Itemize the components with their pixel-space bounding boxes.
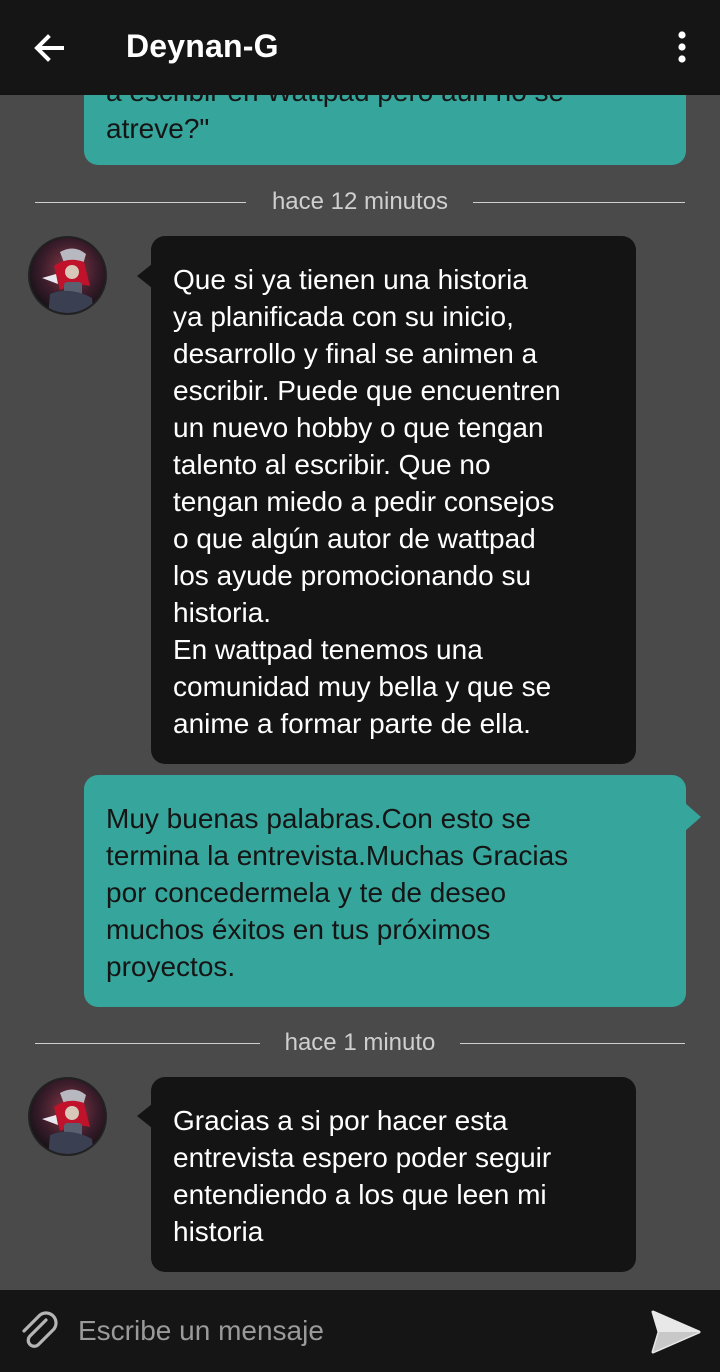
paperclip-icon [22, 1311, 58, 1348]
avatar-image [30, 1079, 105, 1154]
avatar[interactable] [28, 236, 107, 315]
arrow-left-icon [34, 34, 64, 62]
message-input[interactable] [78, 1308, 618, 1354]
app-bar: Deynan-G [0, 0, 720, 95]
avatar-image [30, 238, 105, 313]
message-outgoing[interactable]: Muy buenas palabras.Con esto se termina … [84, 775, 686, 1007]
more-vertical-icon [678, 31, 686, 63]
more-options-button[interactable] [670, 28, 694, 68]
bubble-tail [137, 264, 152, 288]
timestamp-divider: hace 12 minutos [35, 187, 685, 217]
bubble-tail [685, 803, 701, 831]
message-incoming[interactable]: Gracias a si por hacer esta entrevista e… [151, 1077, 636, 1272]
message-composer [0, 1290, 720, 1372]
message-incoming[interactable]: Que si ya tienen una historia ya planifi… [151, 236, 636, 764]
message-text: Que si ya tienen una historia ya planifi… [173, 264, 561, 739]
divider-line [473, 202, 685, 203]
send-icon [651, 1310, 701, 1354]
conversation[interactable]: a escribir en Wattpad pero aún no se atr… [0, 0, 720, 1290]
bubble-tail [137, 1104, 152, 1128]
back-button[interactable] [28, 26, 72, 70]
chat-title: Deynan-G [126, 28, 279, 64]
attach-button[interactable] [16, 1308, 62, 1354]
avatar[interactable] [28, 1077, 107, 1156]
message-text: Gracias a si por hacer esta entrevista e… [173, 1105, 552, 1247]
chat-screen: a escribir en Wattpad pero aún no se atr… [0, 0, 720, 1372]
message-text: Muy buenas palabras.Con esto se termina … [106, 803, 569, 982]
send-button[interactable] [650, 1309, 702, 1355]
divider-line [460, 1043, 685, 1044]
timestamp-divider: hace 1 minuto [35, 1028, 685, 1058]
